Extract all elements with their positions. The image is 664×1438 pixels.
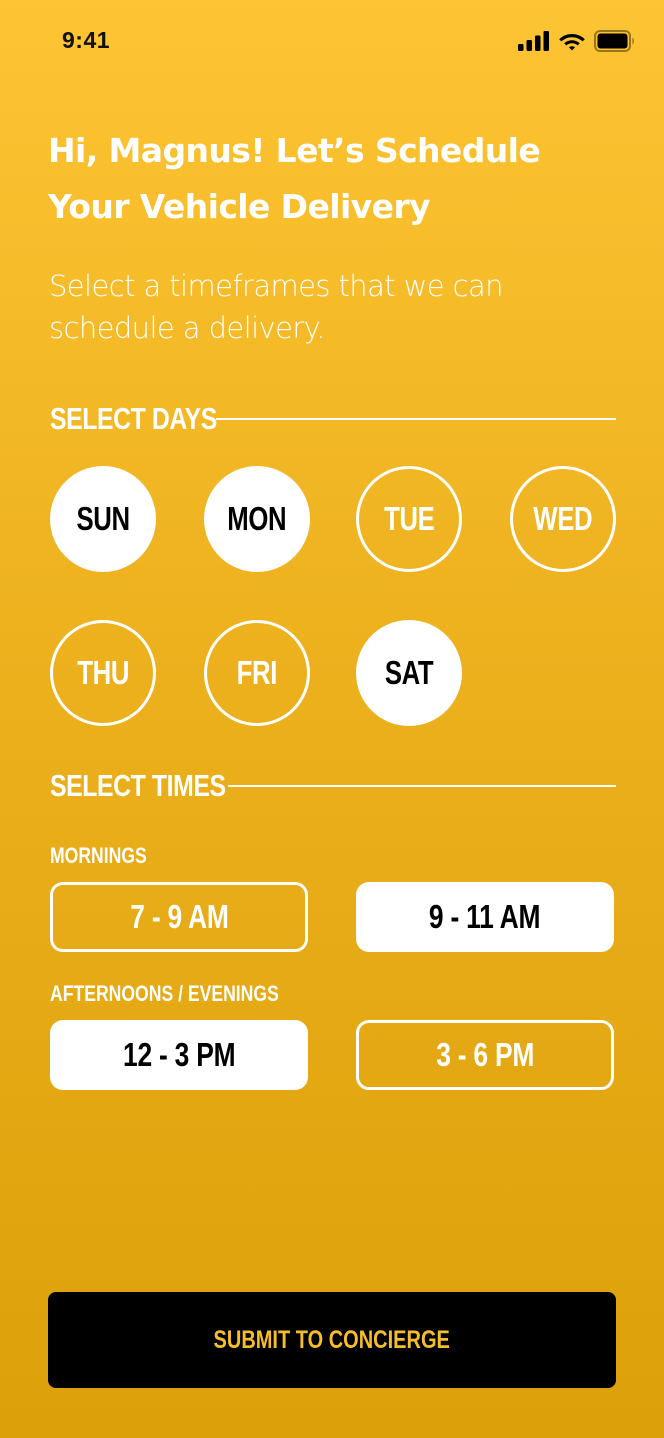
day-wed[interactable]: WED	[510, 466, 616, 572]
time-slot-label: 7 - 9 AM	[129, 898, 229, 935]
wifi-icon	[559, 33, 585, 50]
select-days-heading: SELECT DAYS	[50, 397, 616, 441]
time-slot-label: 9 - 11 AM	[429, 898, 541, 935]
day-label: THU	[77, 654, 129, 691]
time-slot-9-11-am[interactable]: 9 - 11 AM	[356, 882, 614, 952]
day-label: SUN	[76, 500, 130, 537]
time-slot-label: 3 - 6 PM	[436, 1036, 534, 1073]
time-slot-label: 12 - 3 PM	[122, 1036, 236, 1073]
status-bar: 9:41	[0, 0, 664, 84]
time-slot-3-6-pm[interactable]: 3 - 6 PM	[356, 1020, 614, 1090]
afternoons-evenings-label: AFTERNOONS / EVENINGS	[50, 981, 279, 1006]
day-sun[interactable]: SUN	[50, 466, 156, 572]
mornings-label: MORNINGS	[50, 843, 147, 868]
select-times-divider	[228, 785, 616, 787]
day-sat[interactable]: SAT	[356, 620, 462, 726]
cellular-signal-icon	[518, 31, 549, 51]
select-times-heading: SELECT TIMES	[50, 764, 616, 808]
status-icons	[518, 28, 636, 54]
day-label: MON	[227, 500, 287, 537]
select-days-divider	[216, 418, 616, 420]
submit-to-concierge-button[interactable]: SUBMIT TO CONCIERGE	[48, 1292, 616, 1388]
submit-button-label: SUBMIT TO CONCIERGE	[213, 1325, 451, 1354]
time-slot-12-3-pm[interactable]: 12 - 3 PM	[50, 1020, 308, 1090]
day-fri[interactable]: FRI	[204, 620, 310, 726]
time-slot-7-9-am[interactable]: 7 - 9 AM	[50, 882, 308, 952]
day-mon[interactable]: MON	[204, 466, 310, 572]
day-label: TUE	[383, 500, 435, 537]
select-times-label: SELECT TIMES	[50, 768, 226, 803]
day-label: FRI	[236, 654, 278, 691]
page-subtitle: Select a timeframes that we can schedule…	[49, 269, 504, 345]
day-label: WED	[533, 500, 593, 537]
select-days-label: SELECT DAYS	[50, 401, 217, 436]
day-thu[interactable]: THU	[50, 620, 156, 726]
page-title: Hi, Magnus! Let’s Schedule Your Vehicle …	[48, 131, 541, 226]
day-tue[interactable]: TUE	[356, 466, 462, 572]
status-time: 9:41	[62, 27, 111, 53]
day-label: SAT	[384, 654, 434, 691]
battery-icon	[594, 30, 634, 52]
